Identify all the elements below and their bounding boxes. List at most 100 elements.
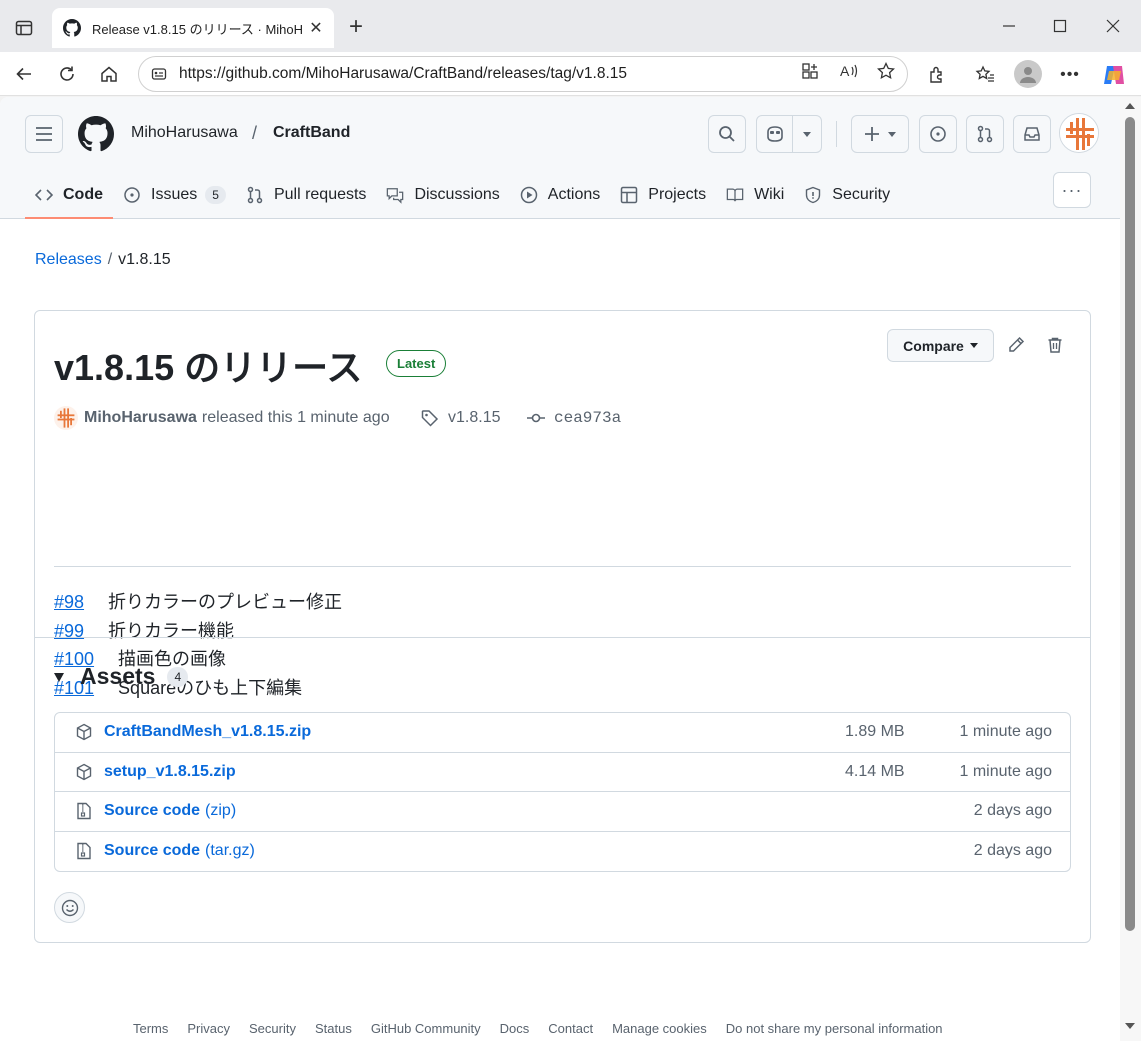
footer-link-security[interactable]: Security bbox=[249, 1021, 296, 1036]
tab-discussions[interactable]: Discussions bbox=[376, 171, 509, 219]
asset-format[interactable]: (tar.gz) bbox=[205, 842, 255, 860]
tab-close-icon[interactable]: ✕ bbox=[306, 18, 326, 38]
tab-projects-label: Projects bbox=[648, 186, 707, 203]
favorite-star-icon[interactable] bbox=[875, 60, 897, 82]
maximize-icon[interactable] bbox=[1044, 12, 1076, 40]
user-avatar[interactable] bbox=[1059, 113, 1099, 153]
footer: Terms Privacy Security Status GitHub Com… bbox=[133, 1021, 943, 1036]
tag-label: v1.8.15 bbox=[448, 409, 501, 426]
compare-button[interactable]: Compare bbox=[887, 329, 994, 362]
asset-link[interactable]: setup_v1.8.15.zip bbox=[104, 763, 236, 781]
asset-date: 2 days ago bbox=[973, 842, 1052, 860]
tab-security[interactable]: Security bbox=[794, 171, 900, 219]
page-viewport: MihoHarusawa / CraftBand Code Issues 5 P… bbox=[0, 97, 1120, 1041]
settings-more-icon[interactable]: ••• bbox=[1057, 62, 1083, 88]
tab-actions-icon[interactable] bbox=[10, 14, 38, 42]
note-text: 折りカラーのプレビュー修正 bbox=[108, 592, 343, 612]
repo-name-link[interactable]: CraftBand bbox=[273, 124, 350, 142]
browser-tab[interactable]: Release v1.8.15 のリリース · MihoHarusawa/Cra… bbox=[52, 8, 334, 48]
home-icon[interactable] bbox=[93, 58, 125, 90]
scroll-up-icon[interactable] bbox=[1125, 103, 1135, 109]
asset-size: 4.14 MB bbox=[845, 762, 905, 780]
issue-link[interactable]: #99 bbox=[54, 617, 84, 646]
footer-link-manage-cookies[interactable]: Manage cookies bbox=[612, 1021, 707, 1036]
tab-projects[interactable]: Projects bbox=[610, 171, 716, 219]
add-reaction-smiley-icon[interactable] bbox=[54, 892, 85, 923]
release-commit[interactable]: cea973a bbox=[526, 408, 621, 428]
tab-issues-label: Issues bbox=[151, 186, 198, 203]
issues-icon[interactable] bbox=[919, 115, 957, 153]
asset-row: CraftBandMesh_v1.8.15.zip 1.89 MB 1 minu… bbox=[55, 713, 1070, 753]
url-host: https://github.com bbox=[179, 65, 302, 82]
released-text: released this 1 minute ago bbox=[201, 409, 390, 426]
hamburger-menu-icon[interactable] bbox=[25, 115, 63, 153]
vertical-scrollbar[interactable] bbox=[1120, 97, 1141, 1041]
breadcrumb-current: v1.8.15 bbox=[118, 251, 171, 268]
footer-link-terms[interactable]: Terms bbox=[133, 1021, 168, 1036]
tab-pull-requests[interactable]: Pull requests bbox=[236, 171, 377, 219]
copilot-icon[interactable] bbox=[757, 116, 793, 152]
back-icon[interactable] bbox=[8, 58, 40, 90]
search-icon[interactable] bbox=[708, 115, 746, 153]
footer-link-status[interactable]: Status bbox=[315, 1021, 352, 1036]
asset-link[interactable]: CraftBandMesh_v1.8.15.zip bbox=[104, 723, 311, 741]
asset-link[interactable]: Source code bbox=[104, 842, 200, 860]
scrollbar-thumb[interactable] bbox=[1125, 117, 1135, 931]
release-note-item: #98 折りカラーのプレビュー修正 bbox=[54, 588, 342, 617]
repo-nav-more-icon[interactable]: ··· bbox=[1053, 172, 1091, 208]
scroll-down-icon[interactable] bbox=[1125, 1023, 1135, 1029]
assets-toggle[interactable]: Assets 4 bbox=[54, 663, 189, 690]
tab-wiki-label: Wiki bbox=[754, 186, 785, 203]
minimize-icon[interactable] bbox=[993, 12, 1025, 40]
author-link[interactable]: MihoHarusawa bbox=[84, 409, 197, 427]
asset-link[interactable]: Source code bbox=[104, 802, 200, 820]
window-close-icon[interactable] bbox=[1097, 12, 1129, 40]
tab-actions[interactable]: Actions bbox=[510, 171, 610, 219]
footer-link-docs[interactable]: Docs bbox=[500, 1021, 530, 1036]
tab-code[interactable]: Code bbox=[25, 171, 113, 219]
pull-requests-icon[interactable] bbox=[966, 115, 1004, 153]
site-info-icon[interactable] bbox=[149, 64, 169, 84]
new-tab-button[interactable]: + bbox=[342, 14, 370, 42]
repo-owner-link[interactable]: MihoHarusawa bbox=[131, 124, 238, 142]
discussions-icon bbox=[386, 186, 404, 204]
breadcrumb-releases-link[interactable]: Releases bbox=[35, 251, 102, 269]
refresh-icon[interactable] bbox=[51, 58, 83, 90]
url-text: https://github.com/MihoHarusawa/CraftBan… bbox=[179, 65, 627, 83]
tab-wiki[interactable]: Wiki bbox=[716, 171, 794, 219]
favorites-icon[interactable] bbox=[972, 62, 998, 88]
footer-link-privacy[interactable]: Privacy bbox=[187, 1021, 230, 1036]
tab-issues[interactable]: Issues 5 bbox=[113, 171, 236, 219]
assets-list: CraftBandMesh_v1.8.15.zip 1.89 MB 1 minu… bbox=[54, 712, 1071, 872]
url-path: /MihoHarusawa/CraftBand/releases/tag/v1.… bbox=[301, 65, 628, 82]
create-new-button[interactable] bbox=[851, 115, 909, 153]
copilot-dropdown-icon[interactable] bbox=[793, 131, 821, 137]
profile-avatar-icon[interactable] bbox=[1014, 60, 1042, 88]
footer-link-community[interactable]: GitHub Community bbox=[371, 1021, 481, 1036]
pencil-icon[interactable] bbox=[1002, 331, 1030, 359]
asset-size: 1.89 MB bbox=[845, 723, 905, 741]
footer-link-do-not-share[interactable]: Do not share my personal information bbox=[726, 1021, 943, 1036]
asset-format[interactable]: (zip) bbox=[205, 802, 236, 820]
github-logo-icon[interactable] bbox=[78, 116, 114, 152]
copilot-icon[interactable] bbox=[1101, 62, 1127, 88]
release-tag[interactable]: v1.8.15 bbox=[420, 408, 500, 428]
copilot-button[interactable] bbox=[756, 115, 822, 153]
note-text: 折りカラー機能 bbox=[108, 620, 235, 641]
release-card: v1.8.15 のリリース Latest Compare MihoHarusaw… bbox=[34, 310, 1091, 943]
svg-text:A: A bbox=[840, 63, 850, 79]
app-available-icon[interactable] bbox=[799, 60, 821, 82]
author-avatar[interactable] bbox=[54, 406, 78, 430]
inbox-icon[interactable] bbox=[1013, 115, 1051, 153]
footer-link-contact[interactable]: Contact bbox=[548, 1021, 593, 1036]
trash-icon[interactable] bbox=[1041, 331, 1069, 359]
read-aloud-icon[interactable]: A bbox=[838, 60, 860, 82]
address-bar[interactable]: https://github.com/MihoHarusawa/CraftBan… bbox=[138, 56, 908, 92]
github-header: MihoHarusawa / CraftBand Code Issues 5 P… bbox=[0, 97, 1120, 219]
release-note-item: #99 折りカラー機能 bbox=[54, 617, 342, 646]
extensions-icon[interactable] bbox=[924, 62, 950, 88]
tag-icon bbox=[420, 408, 440, 428]
commit-sha: cea973a bbox=[554, 409, 622, 427]
issue-link[interactable]: #98 bbox=[54, 588, 84, 617]
book-icon bbox=[726, 186, 744, 204]
